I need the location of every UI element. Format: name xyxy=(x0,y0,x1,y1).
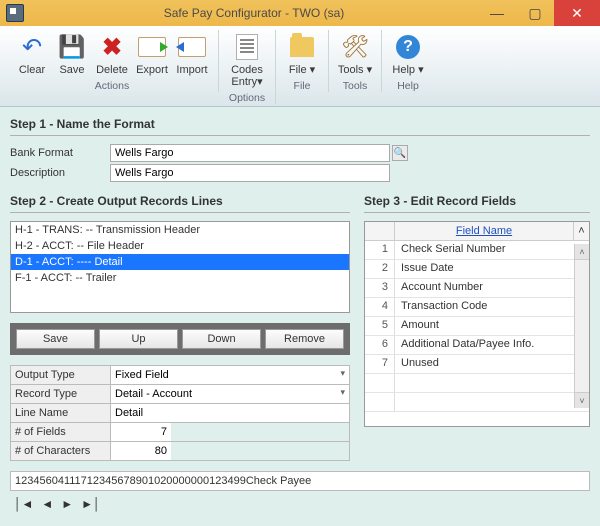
line-name-label: Line Name xyxy=(11,404,111,423)
x-icon: ✖ xyxy=(97,32,127,62)
title-bar: Safe Pay Configurator - TWO (sa) — ▢ ✕ xyxy=(0,0,600,26)
ribbon-group-help: ? Help ▾ Help xyxy=(382,30,434,92)
line-remove-button[interactable]: Remove xyxy=(265,329,344,349)
window-controls: — ▢ ✕ xyxy=(478,0,600,26)
line-properties: Output Type Record Type Line Name # of F… xyxy=(10,365,350,461)
output-sample: 12345604111712345678901020000000123499Ch… xyxy=(10,471,590,491)
ribbon-group-tools: 🛠 Tools ▾ Tools xyxy=(329,30,382,92)
group-label-tools: Tools xyxy=(343,80,368,92)
maximize-button[interactable]: ▢ xyxy=(516,0,554,26)
close-button[interactable]: ✕ xyxy=(554,0,600,26)
nav-first-button[interactable]: │◄ xyxy=(14,497,33,511)
list-item[interactable]: H-2 - ACCT: -- File Header xyxy=(11,238,349,254)
app-icon xyxy=(6,4,24,22)
record-type-label: Record Type xyxy=(11,385,111,404)
export-icon xyxy=(137,32,167,62)
description-label: Description xyxy=(10,167,110,179)
clear-button[interactable]: ↶ Clear xyxy=(12,30,52,78)
group-label-help: Help xyxy=(397,80,419,92)
record-navigator: │◄ ◄ ► ►│ xyxy=(10,495,590,513)
ribbon-group-file: File ▾ File xyxy=(276,30,329,92)
table-row[interactable]: 6Additional Data/Payee Info. xyxy=(365,336,589,355)
import-icon xyxy=(177,32,207,62)
output-type-select[interactable] xyxy=(111,366,349,384)
divider xyxy=(10,212,350,213)
list-item[interactable]: H-1 - TRANS: -- Transmission Header xyxy=(11,222,349,238)
tools-menu-button[interactable]: 🛠 Tools ▾ xyxy=(335,30,375,78)
num-chars-input[interactable] xyxy=(111,442,171,460)
num-chars-label: # of Characters xyxy=(11,442,111,461)
num-fields-label: # of Fields xyxy=(11,423,111,442)
lookup-button[interactable]: 🔍 xyxy=(392,145,408,161)
table-row[interactable]: 3Account Number xyxy=(365,279,589,298)
grid-body: 1Check Serial Number 2Issue Date 3Accoun… xyxy=(365,241,589,426)
line-down-button[interactable]: Down xyxy=(182,329,261,349)
nav-next-button[interactable]: ► xyxy=(61,497,73,511)
chevron-down-icon[interactable]: ˅ xyxy=(575,392,589,408)
table-row[interactable]: 7Unused xyxy=(365,355,589,374)
tools-icon: 🛠 xyxy=(340,32,370,62)
ribbon-group-actions: ↶ Clear 💾 Save ✖ Delete Export Impo xyxy=(6,30,219,92)
undo-arrow-icon: ↶ xyxy=(17,32,47,62)
table-row[interactable]: 5Amount xyxy=(365,317,589,336)
group-label-actions: Actions xyxy=(95,80,129,92)
line-name-input[interactable] xyxy=(111,404,349,422)
folder-icon xyxy=(287,32,317,62)
group-label-options: Options xyxy=(229,92,265,104)
document-icon xyxy=(232,32,262,62)
step1-title: Step 1 - Name the Format xyxy=(10,117,590,131)
help-icon: ? xyxy=(393,32,423,62)
grid-header-index[interactable] xyxy=(365,222,395,240)
line-save-button[interactable]: Save xyxy=(16,329,95,349)
floppy-disk-icon: 💾 xyxy=(57,32,87,62)
list-item-selected[interactable]: D-1 - ACCT: ---- Detail xyxy=(11,254,349,270)
record-line-button-bar: Save Up Down Remove xyxy=(10,323,350,355)
export-button[interactable]: Export xyxy=(132,30,172,78)
table-row[interactable]: 4Transaction Code xyxy=(365,298,589,317)
grid-header-fieldname[interactable]: Field Name xyxy=(395,222,573,240)
description-input[interactable] xyxy=(110,164,390,182)
save-button[interactable]: 💾 Save xyxy=(52,30,92,78)
delete-button[interactable]: ✖ Delete xyxy=(92,30,132,78)
ribbon: ↶ Clear 💾 Save ✖ Delete Export Impo xyxy=(0,26,600,107)
table-row[interactable] xyxy=(365,374,589,393)
vertical-scrollbar[interactable]: ˄ ˅ xyxy=(574,244,589,408)
import-button[interactable]: Import xyxy=(172,30,212,78)
ribbon-group-options: Codes Entry▾ Options xyxy=(219,30,276,104)
divider xyxy=(364,212,590,213)
step2-title: Step 2 - Create Output Records Lines xyxy=(10,194,350,208)
bank-format-label: Bank Format xyxy=(10,147,110,159)
scroll-up-button[interactable]: ˄ xyxy=(573,222,589,240)
list-item[interactable]: F-1 - ACCT: -- Trailer xyxy=(11,270,349,286)
output-type-label: Output Type xyxy=(11,366,111,385)
table-row[interactable]: 2Issue Date xyxy=(365,260,589,279)
group-label-file: File xyxy=(294,80,311,92)
chevron-up-icon[interactable]: ˄ xyxy=(575,244,589,260)
field-grid[interactable]: Field Name ˄ 1Check Serial Number 2Issue… xyxy=(364,221,590,427)
bank-format-input[interactable] xyxy=(110,144,390,162)
nav-last-button[interactable]: ►│ xyxy=(81,497,100,511)
help-menu-button[interactable]: ? Help ▾ xyxy=(388,30,428,78)
nav-prev-button[interactable]: ◄ xyxy=(41,497,53,511)
table-row[interactable] xyxy=(365,393,589,412)
file-menu-button[interactable]: File ▾ xyxy=(282,30,322,78)
record-type-select[interactable] xyxy=(111,385,349,403)
line-up-button[interactable]: Up xyxy=(99,329,178,349)
window-title: Safe Pay Configurator - TWO (sa) xyxy=(30,6,478,20)
codes-entry-button[interactable]: Codes Entry▾ xyxy=(225,30,269,90)
record-lines-list[interactable]: H-1 - TRANS: -- Transmission Header H-2 … xyxy=(10,221,350,313)
num-fields-input[interactable] xyxy=(111,423,171,441)
step3-title: Step 3 - Edit Record Fields xyxy=(364,194,590,208)
minimize-button[interactable]: — xyxy=(478,0,516,26)
magnifier-icon: 🔍 xyxy=(394,148,406,159)
table-row[interactable]: 1Check Serial Number xyxy=(365,241,589,260)
divider xyxy=(10,135,590,136)
